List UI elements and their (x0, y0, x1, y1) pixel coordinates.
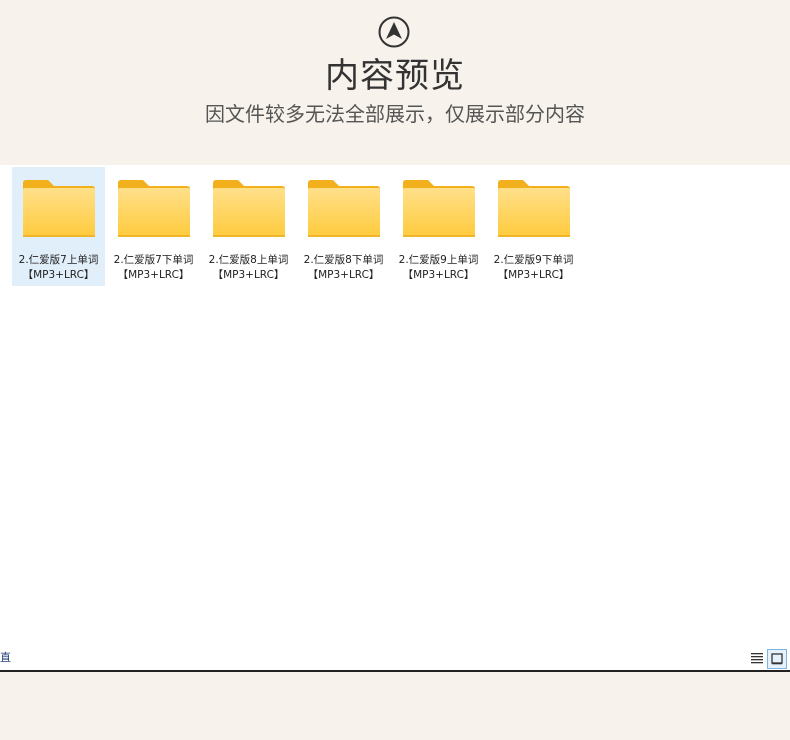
folder-name: 2.仁爱版9下单词 (493, 254, 574, 266)
folder-name-suffix: 【MP3+LRC】 (497, 269, 570, 281)
preview-header: 内容预览 因文件较多无法全部展示，仅展示部分内容 (0, 0, 790, 165)
folder-icon (307, 180, 380, 237)
folder-name: 2.仁爱版8上单词 (208, 254, 289, 266)
folder-name-suffix: 【MP3+LRC】 (307, 269, 380, 281)
folder-label: 2.仁爱版7下单词 【MP3+LRC】 (107, 253, 200, 283)
folder-name-suffix: 【MP3+LRC】 (402, 269, 475, 281)
large-icons-view-icon (771, 653, 783, 665)
large-icons-view-button[interactable] (767, 649, 787, 669)
folder-icon (212, 180, 285, 237)
folder-item[interactable]: 2.仁爱版7上单词 【MP3+LRC】 (12, 167, 105, 286)
folder-icon (402, 180, 475, 237)
folder-item[interactable]: 2.仁爱版9下单词 【MP3+LRC】 (487, 167, 580, 286)
folder-label: 2.仁爱版8上单词 【MP3+LRC】 (202, 253, 295, 283)
folder-label: 2.仁爱版9上单词 【MP3+LRC】 (392, 253, 485, 283)
details-view-icon[interactable] (751, 652, 763, 664)
status-bar-text: 直 (0, 651, 11, 664)
page-title: 内容预览 (325, 56, 465, 96)
compass-arrow-icon (378, 16, 410, 48)
folder-name: 2.仁爱版7上单词 (18, 254, 99, 266)
page-root: 内容预览 因文件较多无法全部展示，仅展示部分内容 2.仁爱版7上单词 【MP3+… (0, 0, 790, 740)
folder-item[interactable]: 2.仁爱版8上单词 【MP3+LRC】 (202, 167, 295, 286)
folder-name-suffix: 【MP3+LRC】 (212, 269, 285, 281)
folder-item[interactable]: 2.仁爱版9上单词 【MP3+LRC】 (392, 167, 485, 286)
folder-item[interactable]: 2.仁爱版8下单词 【MP3+LRC】 (297, 167, 390, 286)
folder-icon (22, 180, 95, 237)
folder-label: 2.仁爱版9下单词 【MP3+LRC】 (487, 253, 580, 283)
folder-name-suffix: 【MP3+LRC】 (117, 269, 190, 281)
page-footer (0, 672, 790, 740)
folder-name: 2.仁爱版7下单词 (113, 254, 194, 266)
folder-icon (497, 180, 570, 237)
page-subtitle: 因文件较多无法全部展示，仅展示部分内容 (205, 102, 585, 126)
folder-item[interactable]: 2.仁爱版7下单词 【MP3+LRC】 (107, 167, 200, 286)
folder-name: 2.仁爱版8下单词 (303, 254, 384, 266)
folder-label: 2.仁爱版7上单词 【MP3+LRC】 (12, 253, 105, 283)
folder-grid: 2.仁爱版7上单词 【MP3+LRC】 2.仁爱版7下单词 【MP3+LRC】 … (12, 167, 580, 286)
folder-name-suffix: 【MP3+LRC】 (22, 269, 95, 281)
folder-label: 2.仁爱版8下单词 【MP3+LRC】 (297, 253, 390, 283)
folder-name: 2.仁爱版9上单词 (398, 254, 479, 266)
folder-icon (117, 180, 190, 237)
file-explorer-pane: 2.仁爱版7上单词 【MP3+LRC】 2.仁爱版7下单词 【MP3+LRC】 … (0, 165, 790, 670)
